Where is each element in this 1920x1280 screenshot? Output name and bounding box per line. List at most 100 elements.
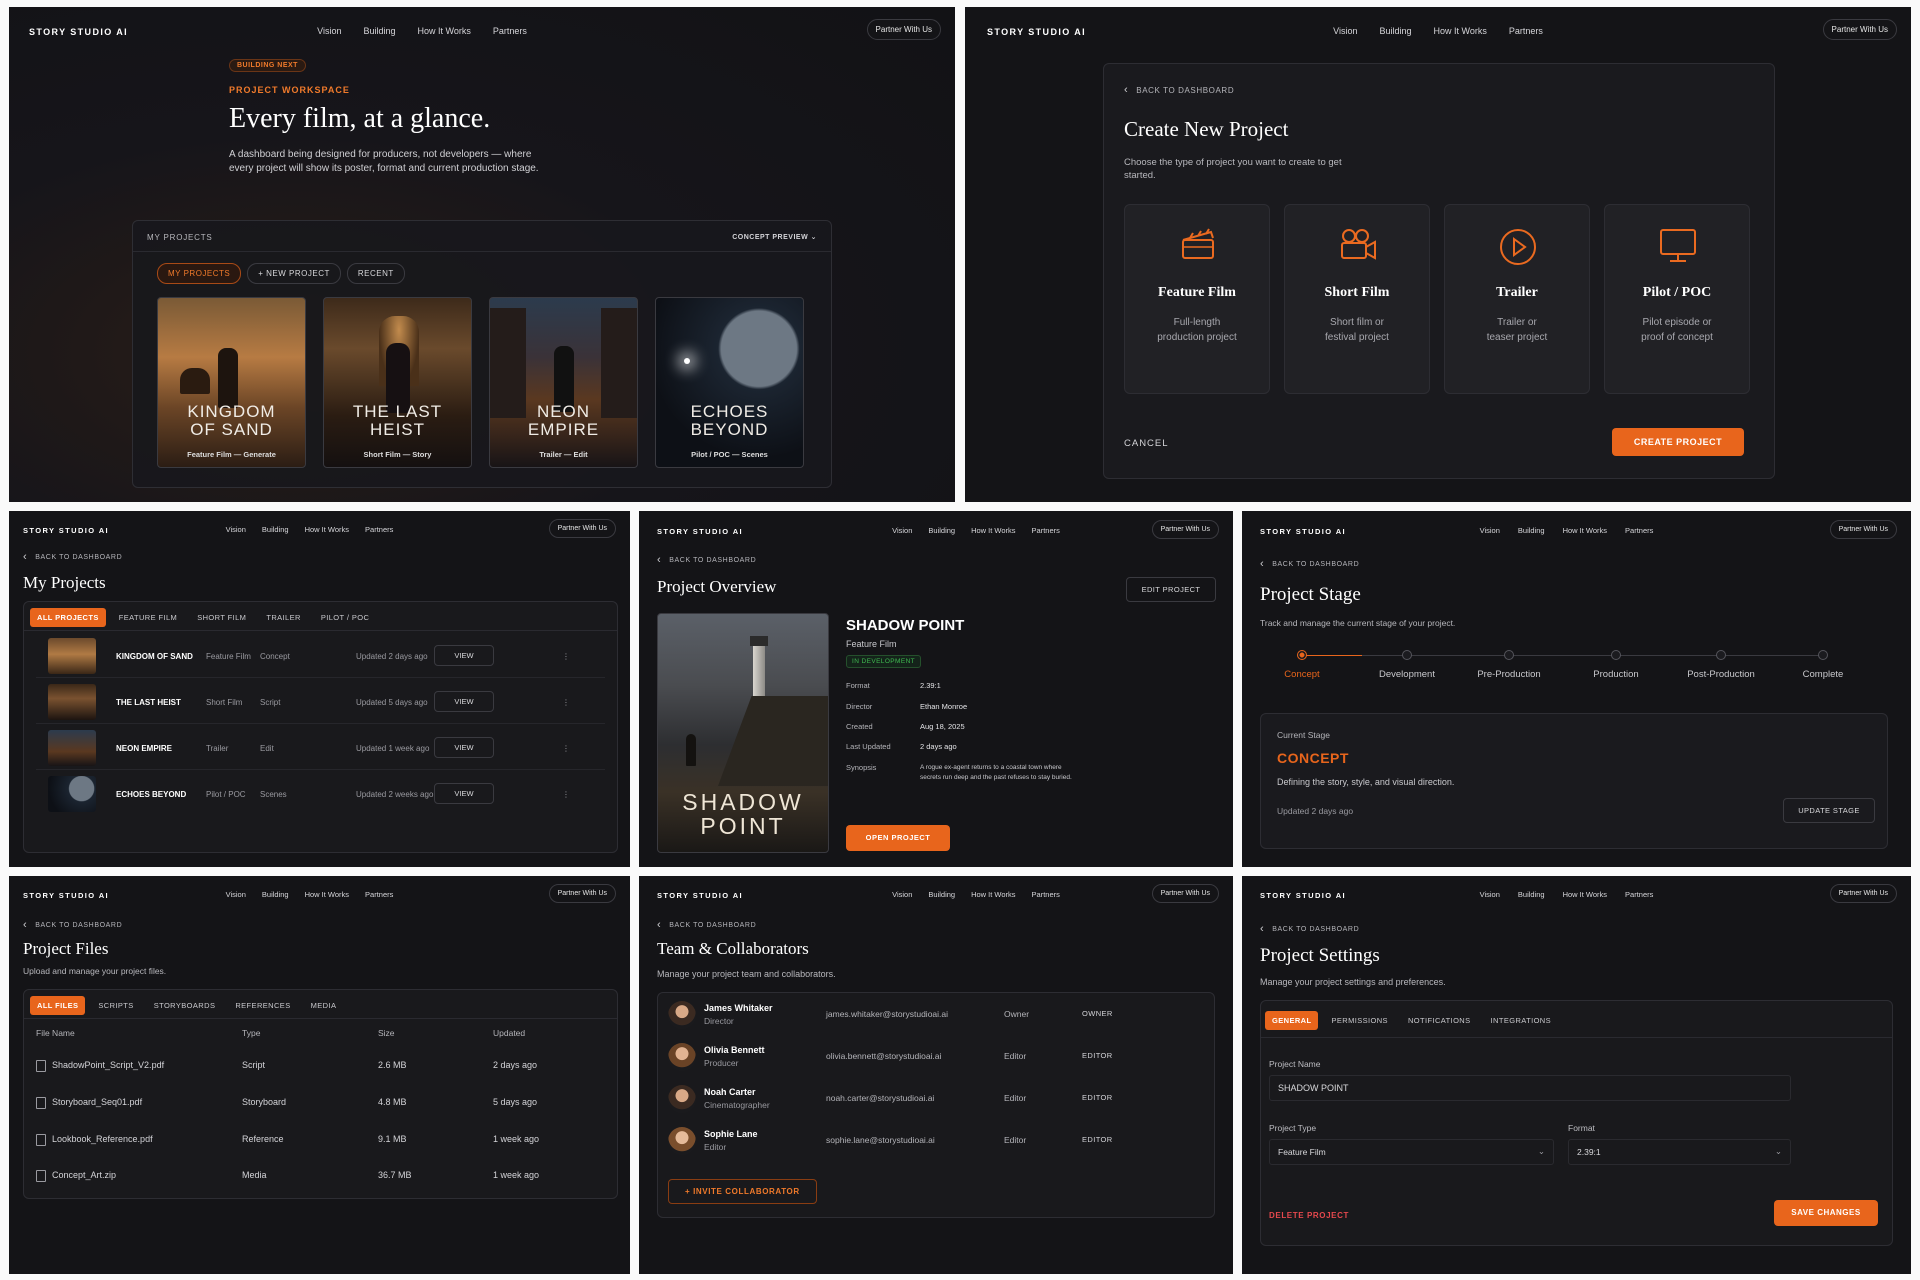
partner-button[interactable]: Partner With Us	[1829, 884, 1897, 903]
type-card-trailer[interactable]: Trailer Trailer or teaser project	[1444, 204, 1590, 394]
nav-link-building[interactable]: Building	[928, 526, 955, 535]
back-link[interactable]: ‹ BACK TO DASHBOARD	[1260, 558, 1359, 570]
team-member-row[interactable]: James Whitaker Director james.whitaker@s…	[658, 995, 1214, 1037]
partner-button[interactable]: Partner With Us	[1151, 884, 1219, 903]
stage-dot-development[interactable]	[1402, 650, 1412, 660]
stage-dot-complete[interactable]	[1818, 650, 1828, 660]
nav-link-partners[interactable]: Partners	[365, 525, 393, 534]
partner-button[interactable]: Partner With Us	[548, 519, 616, 538]
nav-link-vision[interactable]: Vision	[226, 890, 246, 899]
open-project-button[interactable]: OPEN PROJECT	[846, 825, 950, 851]
team-member-row[interactable]: Sophie Lane Editor sophie.lane@storystud…	[658, 1121, 1214, 1163]
nav-link-partners[interactable]: Partners	[1625, 890, 1653, 899]
nav-link-partners[interactable]: Partners	[1032, 526, 1060, 535]
nav-link-how-it-works[interactable]: How It Works	[1563, 526, 1607, 535]
tab-feature-film[interactable]: FEATURE FILM	[112, 608, 184, 627]
tab-references[interactable]: REFERENCES	[228, 996, 297, 1015]
team-member-row[interactable]: Noah Carter Cinematographer noah.carter@…	[658, 1079, 1214, 1121]
view-button[interactable]: VIEW	[434, 691, 494, 712]
edit-project-button[interactable]: EDIT PROJECT	[1126, 577, 1216, 602]
back-link[interactable]: ‹ BACK TO DASHBOARD	[657, 554, 756, 566]
poster-neon-empire[interactable]: NEON EMPIRE Trailer — Edit	[489, 297, 638, 468]
stage-dot-post-production[interactable]	[1716, 650, 1726, 660]
tab-media[interactable]: MEDIA	[304, 996, 344, 1015]
more-menu-icon[interactable]: ⋮	[562, 790, 570, 799]
nav-link-building[interactable]: Building	[363, 26, 395, 36]
nav-link-building[interactable]: Building	[1518, 890, 1545, 899]
poster-the-last-heist[interactable]: THE LAST HEIST Short Film — Story	[323, 297, 472, 468]
nav-link-how-it-works[interactable]: How It Works	[1434, 26, 1487, 36]
nav-link-vision[interactable]: Vision	[317, 26, 341, 36]
table-row[interactable]: NEON EMPIRE Trailer Edit Updated 1 week …	[36, 726, 605, 770]
poster-echoes-beyond[interactable]: ECHOES BEYOND Pilot / POC — Scenes	[655, 297, 804, 468]
nav-link-vision[interactable]: Vision	[892, 526, 912, 535]
tab-storyboards[interactable]: STORYBOARDS	[147, 996, 223, 1015]
tab-all-projects[interactable]: ALL PROJECTS	[30, 608, 106, 627]
partner-button[interactable]: Partner With Us	[1151, 520, 1219, 539]
type-card-feature-film[interactable]: Feature Film Full-length production proj…	[1124, 204, 1270, 394]
view-button[interactable]: VIEW	[434, 783, 494, 804]
project-name-field[interactable]: SHADOW POINT	[1269, 1075, 1791, 1101]
update-stage-button[interactable]: UPDATE STAGE	[1783, 798, 1875, 823]
tab-integrations[interactable]: INTEGRATIONS	[1484, 1011, 1559, 1030]
tab-scripts[interactable]: SCRIPTS	[91, 996, 140, 1015]
nav-link-how-it-works[interactable]: How It Works	[971, 890, 1015, 899]
nav-link-vision[interactable]: Vision	[1333, 26, 1357, 36]
view-button[interactable]: VIEW	[434, 645, 494, 666]
tab-permissions[interactable]: PERMISSIONS	[1324, 1011, 1395, 1030]
table-row[interactable]: ShadowPoint_Script_V2.pdf Script 2.6 MB …	[26, 1048, 593, 1084]
partner-button[interactable]: Partner With Us	[1822, 19, 1897, 40]
table-row[interactable]: Concept_Art.zip Media 36.7 MB 1 week ago	[26, 1158, 593, 1194]
nav-link-building[interactable]: Building	[1379, 26, 1411, 36]
nav-link-partners[interactable]: Partners	[1032, 890, 1060, 899]
create-project-button[interactable]: CREATE PROJECT	[1612, 428, 1744, 456]
back-link[interactable]: ‹ BACK TO DASHBOARD	[23, 551, 122, 563]
tab-new-project[interactable]: + NEW PROJECT	[247, 263, 341, 284]
team-member-row[interactable]: Olivia Bennett Producer olivia.bennett@s…	[658, 1037, 1214, 1079]
table-row[interactable]: Storyboard_Seq01.pdf Storyboard 4.8 MB 5…	[26, 1085, 593, 1121]
nav-link-vision[interactable]: Vision	[226, 525, 246, 534]
project-type-select[interactable]: Feature Film ⌄	[1269, 1139, 1554, 1165]
nav-link-partners[interactable]: Partners	[1625, 526, 1653, 535]
nav-link-vision[interactable]: Vision	[1480, 526, 1500, 535]
more-menu-icon[interactable]: ⋮	[562, 652, 570, 661]
tab-my-projects[interactable]: MY PROJECTS	[157, 263, 242, 284]
type-card-pilot-poc[interactable]: Pilot / POC Pilot episode or proof of co…	[1604, 204, 1750, 394]
format-select[interactable]: 2.39:1 ⌄	[1568, 1139, 1791, 1165]
more-menu-icon[interactable]: ⋮	[562, 698, 570, 707]
table-row[interactable]: THE LAST HEIST Short Film Script Updated…	[36, 680, 605, 724]
nav-link-how-it-works[interactable]: How It Works	[971, 526, 1015, 535]
type-card-short-film[interactable]: Short Film Short film or festival projec…	[1284, 204, 1430, 394]
table-row[interactable]: ECHOES BEYOND Pilot / POC Scenes Updated…	[36, 772, 605, 816]
table-row[interactable]: Lookbook_Reference.pdf Reference 9.1 MB …	[26, 1122, 593, 1158]
nav-link-partners[interactable]: Partners	[493, 26, 527, 36]
back-link[interactable]: ‹ BACK TO DASHBOARD	[23, 919, 122, 931]
partner-button[interactable]: Partner With Us	[866, 19, 941, 40]
tab-general[interactable]: GENERAL	[1265, 1011, 1319, 1030]
nav-link-vision[interactable]: Vision	[892, 890, 912, 899]
nav-link-how-it-works[interactable]: How It Works	[418, 26, 471, 36]
nav-link-how-it-works[interactable]: How It Works	[305, 890, 349, 899]
nav-link-building[interactable]: Building	[928, 890, 955, 899]
invite-collaborator-button[interactable]: + INVITE COLLABORATOR	[668, 1179, 817, 1204]
table-row[interactable]: KINGDOM OF SAND Feature Film Concept Upd…	[36, 634, 605, 678]
more-menu-icon[interactable]: ⋮	[562, 744, 570, 753]
nav-link-how-it-works[interactable]: How It Works	[305, 525, 349, 534]
stage-dot-pre-production[interactable]	[1504, 650, 1514, 660]
cancel-button[interactable]: CANCEL	[1124, 438, 1169, 449]
tab-short-film[interactable]: SHORT FILM	[190, 608, 253, 627]
partner-button[interactable]: Partner With Us	[548, 884, 616, 903]
nav-link-building[interactable]: Building	[262, 525, 289, 534]
stage-dot-concept[interactable]	[1297, 650, 1307, 660]
back-link[interactable]: ‹ BACK TO DASHBOARD	[1260, 923, 1359, 935]
tab-notifications[interactable]: NOTIFICATIONS	[1401, 1011, 1478, 1030]
tab-trailer[interactable]: TRAILER	[259, 608, 307, 627]
save-changes-button[interactable]: SAVE CHANGES	[1774, 1200, 1878, 1226]
back-link[interactable]: ‹ BACK TO DASHBOARD	[657, 919, 756, 931]
nav-link-partners[interactable]: Partners	[365, 890, 393, 899]
tab-pilot-poc[interactable]: PILOT / POC	[314, 608, 376, 627]
delete-project-button[interactable]: DELETE PROJECT	[1269, 1211, 1349, 1220]
tab-recent[interactable]: RECENT	[346, 263, 405, 284]
poster-kingdom-of-sand[interactable]: KINGDOM OF SAND Feature Film — Generate	[157, 297, 306, 468]
nav-link-how-it-works[interactable]: How It Works	[1563, 890, 1607, 899]
